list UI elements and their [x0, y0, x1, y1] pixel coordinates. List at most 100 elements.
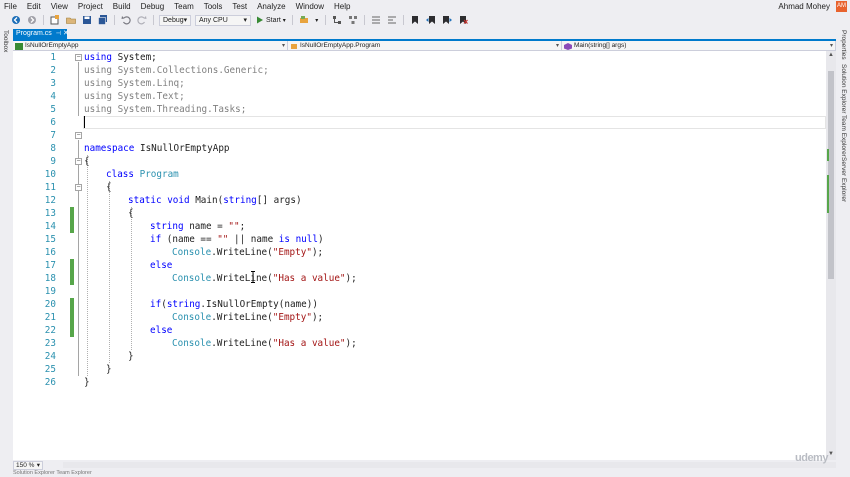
code-line-4: using System.Text;	[84, 91, 185, 102]
code-line-21: Console.WriteLine("Empty");	[172, 311, 323, 324]
code-map-icon[interactable]	[347, 14, 359, 26]
start-button[interactable]: Start ▾	[256, 16, 286, 24]
code-text: name =	[183, 221, 229, 232]
open-folder-icon[interactable]	[65, 14, 77, 26]
next-bookmark-icon[interactable]	[441, 14, 453, 26]
type-name: Console	[172, 247, 212, 258]
toolbar-separator	[153, 15, 154, 25]
type-name: Program	[134, 169, 179, 180]
menu-window[interactable]: Window	[292, 0, 330, 13]
left-dock-strip: Toolbox	[0, 27, 11, 477]
type-name: IsNullOrEmptyApp.Program	[300, 42, 381, 49]
menu-view[interactable]: View	[47, 0, 74, 13]
forward-icon[interactable]	[26, 14, 38, 26]
undo-icon[interactable]	[120, 14, 132, 26]
csharp-project-icon	[15, 42, 23, 50]
toolbar-more-icon[interactable]: ▾	[314, 14, 320, 26]
menu-build[interactable]: Build	[109, 0, 137, 13]
chevron-down-icon: ▾	[183, 16, 188, 24]
zoom-level-value: 150 %	[16, 461, 35, 469]
horizontal-scrollbar[interactable]	[63, 462, 836, 468]
menu-team[interactable]: Team	[170, 0, 200, 13]
collapse-icon[interactable]: −	[75, 132, 82, 139]
code-line-22: else	[150, 325, 173, 336]
user-name[interactable]: Ahmad Mohey	[778, 2, 830, 11]
code-line-10: class Program	[106, 168, 179, 181]
play-icon	[257, 16, 263, 24]
keyword: string	[223, 195, 257, 206]
code-text: .WriteLine(	[211, 338, 273, 349]
line-number: 7	[50, 130, 56, 141]
member-dropdown[interactable]: Main(string[] args) ▾	[562, 41, 836, 51]
back-icon[interactable]	[10, 14, 22, 26]
uncomment-icon[interactable]	[386, 14, 398, 26]
keyword: string	[150, 221, 184, 232]
comment-out-icon[interactable]	[370, 14, 382, 26]
code-line-12: static void Main(string[] args)	[128, 194, 302, 207]
vertical-scrollbar[interactable]: ▲ ▼	[826, 51, 836, 460]
code-text: || name	[228, 234, 279, 245]
close-icon[interactable]: ✕	[63, 29, 69, 39]
new-project-icon[interactable]	[49, 14, 61, 26]
browser-link-icon[interactable]	[298, 14, 310, 26]
server-explorer-tab[interactable]: Server Explorer	[840, 157, 847, 202]
keyword: if	[150, 299, 162, 310]
keyword: null	[289, 234, 318, 245]
previous-bookmark-icon[interactable]	[425, 14, 437, 26]
menu-file[interactable]: File	[0, 0, 23, 13]
code-line-1: using System;	[84, 51, 157, 64]
code-line-18: Console.WriteLine("Has a value");	[172, 272, 357, 285]
scroll-up-icon[interactable]: ▲	[828, 52, 834, 58]
code-editor[interactable]: 1 2 3 4 5 6 7 8 9 10 11 12 13 14 15 16 1…	[13, 51, 826, 460]
code-line-2: using System.Collections.Generic;	[84, 65, 269, 76]
tab-program-cs[interactable]: Program.cs ⊣ ✕	[13, 29, 69, 39]
clear-bookmarks-icon[interactable]	[457, 14, 469, 26]
code-text: [] args)	[256, 195, 302, 206]
code-line-14: string name = "";	[150, 220, 245, 233]
type-name: Console	[172, 312, 212, 323]
toolbar-separator	[402, 15, 404, 25]
toolbox-tab[interactable]: Toolbox	[2, 30, 9, 52]
bottom-tool-tabs[interactable]: Solution Explorer Team Explorer	[13, 470, 836, 477]
string-literal: "Has a value"	[272, 338, 346, 349]
code-text: IsNullOrEmptyApp	[134, 143, 230, 154]
text-cursor	[84, 116, 85, 128]
bookmark-icon[interactable]	[409, 14, 421, 26]
menu-help[interactable]: Help	[330, 0, 356, 13]
string-literal: "Empty"	[272, 247, 312, 258]
code-line-16: Console.WriteLine("Empty");	[172, 246, 323, 259]
navigation-bar: IsNullOrEmptyApp ▾ IsNullOrEmptyApp.Prog…	[13, 41, 836, 51]
code-text: .WriteLine(	[211, 273, 273, 284]
type-dropdown[interactable]: IsNullOrEmptyApp.Program ▾	[288, 41, 562, 51]
project-dropdown[interactable]: IsNullOrEmptyApp ▾	[13, 41, 288, 51]
save-icon[interactable]	[81, 14, 93, 26]
menu-analyze[interactable]: Analyze	[253, 0, 291, 13]
menu-tools[interactable]: Tools	[200, 0, 229, 13]
solution-platform-select[interactable]: Any CPU ▾	[195, 14, 251, 26]
solution-explorer-tab[interactable]: Solution Explorer	[840, 64, 847, 114]
redo-icon[interactable]	[136, 14, 148, 26]
menu-edit[interactable]: Edit	[23, 0, 47, 13]
step-icon[interactable]	[331, 14, 343, 26]
zoom-level-select[interactable]: 150 % ▾	[13, 460, 43, 470]
change-overview-mark	[827, 175, 829, 213]
menu-test[interactable]: Test	[228, 0, 253, 13]
code-line-17: else	[150, 260, 173, 271]
keyword: string	[166, 299, 201, 310]
class-icon	[291, 43, 297, 49]
pin-icon[interactable]: ⊣	[56, 29, 61, 39]
code-text: )	[317, 234, 324, 245]
code-line-5: using System.Threading.Tasks;	[84, 104, 247, 115]
menu-debug[interactable]: Debug	[137, 0, 171, 13]
menu-project[interactable]: Project	[74, 0, 109, 13]
team-explorer-tab[interactable]: Team Explorer	[840, 115, 847, 157]
string-literal: ""	[217, 234, 229, 245]
tab-label: Program.cs	[16, 30, 52, 37]
solution-configuration-select[interactable]: Debug ▾	[159, 14, 191, 26]
properties-tab[interactable]: Properties	[840, 30, 847, 60]
solution-configuration-value: Debug	[163, 16, 184, 24]
avatar[interactable]: AM	[836, 1, 847, 12]
change-overview-mark	[827, 149, 829, 161]
save-all-icon[interactable]	[97, 14, 109, 26]
scroll-down-icon[interactable]: ▼	[828, 451, 834, 457]
